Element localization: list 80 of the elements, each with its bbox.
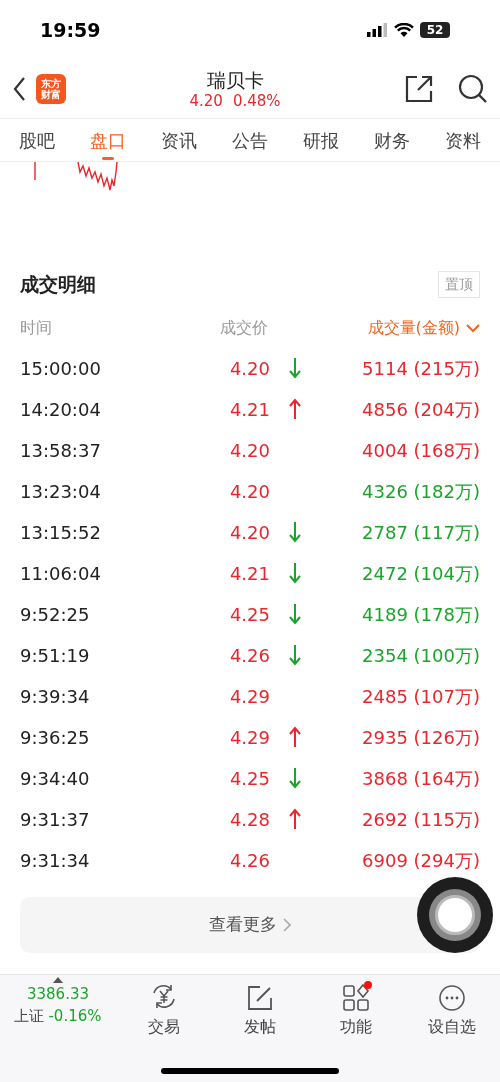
down-arrow-icon — [288, 357, 302, 379]
app-logo: 东方 财富 — [36, 74, 66, 104]
down-arrow-icon — [288, 562, 302, 584]
trade-time: 13:15:52 — [20, 520, 102, 545]
caret-up-icon — [53, 976, 63, 983]
trade-volume: 5114 (215万) — [362, 356, 480, 381]
index-value: 3386.33 — [27, 983, 89, 1005]
down-arrow-icon — [288, 644, 302, 666]
grid-icon — [341, 982, 371, 1013]
trade-time: 11:06:04 — [20, 561, 102, 586]
trade-volume: 6909 (294万) — [362, 848, 480, 873]
trade-price: 4.29 — [228, 725, 270, 750]
trade-volume: 2472 (104万) — [362, 561, 480, 586]
nav-item[interactable]: 发帖 — [212, 976, 308, 1039]
more-icon — [437, 982, 467, 1013]
price-change: 0.48% — [232, 92, 281, 110]
trade-price: 4.26 — [228, 643, 270, 668]
trade-price: 4.21 — [228, 397, 270, 422]
trade-time: 9:39:34 — [20, 684, 91, 709]
down-arrow-icon — [288, 521, 302, 543]
trade-time: 14:20:04 — [20, 397, 102, 422]
trade-price: 4.21 — [228, 561, 270, 586]
tab[interactable]: 研报 — [303, 119, 339, 161]
trade-volume: 2485 (107万) — [362, 684, 480, 709]
index-change: -0.16% — [48, 1005, 102, 1027]
trade-time: 9:36:25 — [20, 725, 91, 750]
trade-time: 9:34:40 — [20, 766, 91, 791]
trade-volume: 3868 (164万) — [362, 766, 480, 791]
tab[interactable]: 公告 — [232, 119, 268, 161]
tab[interactable]: 资讯 — [161, 119, 197, 161]
trade-price: 4.20 — [228, 520, 270, 545]
nav-item[interactable]: 交易 — [116, 976, 212, 1039]
down-arrow-icon — [288, 603, 302, 625]
search-icon[interactable] — [458, 74, 488, 104]
nav-item[interactable]: 功能 — [308, 976, 404, 1039]
wifi-icon — [394, 22, 414, 38]
index-name: 上证 — [14, 1005, 45, 1027]
share-icon[interactable] — [404, 74, 434, 104]
trade-volume: 2692 (115万) — [362, 807, 480, 832]
trade-time: 13:23:04 — [20, 479, 102, 504]
trade-price: 4.20 — [228, 438, 270, 463]
battery-indicator: 52 — [420, 22, 450, 38]
trade-price: 4.20 — [228, 356, 270, 381]
trade-time: 9:31:34 — [20, 848, 91, 873]
column-header: 时间 — [20, 316, 53, 339]
trade-price: 4.20 — [228, 479, 270, 504]
trade-time: 9:31:37 — [20, 807, 91, 832]
trade-volume: 4326 (182万) — [362, 479, 480, 504]
signal-icon — [366, 23, 388, 37]
column-header: 成交价 — [220, 316, 269, 339]
stock-price: 4.20 — [189, 92, 223, 110]
chevron-right-icon — [283, 917, 291, 932]
up-arrow-icon — [288, 398, 302, 420]
trade-price: 4.25 — [228, 602, 270, 627]
trade-price: 4.29 — [228, 684, 270, 709]
nav-item[interactable]: 设自选 — [404, 976, 500, 1039]
trade-price: 4.26 — [228, 848, 270, 873]
tab[interactable]: 财务 — [374, 119, 410, 161]
trade-price: 4.28 — [228, 807, 270, 832]
tab[interactable]: 股吧 — [19, 119, 55, 161]
trade-price: 4.25 — [228, 766, 270, 791]
trade-volume: 2787 (117万) — [362, 520, 480, 545]
back-icon[interactable] — [12, 76, 28, 102]
section-title: 成交明细 — [20, 272, 96, 297]
clock: 19:59 — [40, 17, 101, 43]
trade-volume: 4856 (204万) — [362, 397, 480, 422]
tab[interactable]: 资料 — [445, 119, 481, 161]
trade-time: 9:51:19 — [20, 643, 91, 668]
chevron-down-icon — [466, 322, 480, 333]
trade-time: 13:58:37 — [20, 438, 102, 463]
up-arrow-icon — [288, 808, 302, 830]
down-arrow-icon — [288, 767, 302, 789]
trade-volume: 2935 (126万) — [362, 725, 480, 750]
stock-name: 瑞贝卡 — [206, 68, 264, 92]
trade-volume: 2354 (100万) — [362, 643, 480, 668]
trade-time: 15:00:00 — [20, 356, 102, 381]
up-arrow-icon — [288, 726, 302, 748]
trade-volume: 4189 (178万) — [362, 602, 480, 627]
trade-time: 9:52:25 — [20, 602, 91, 627]
trade-volume: 4004 (168万) — [362, 438, 480, 463]
